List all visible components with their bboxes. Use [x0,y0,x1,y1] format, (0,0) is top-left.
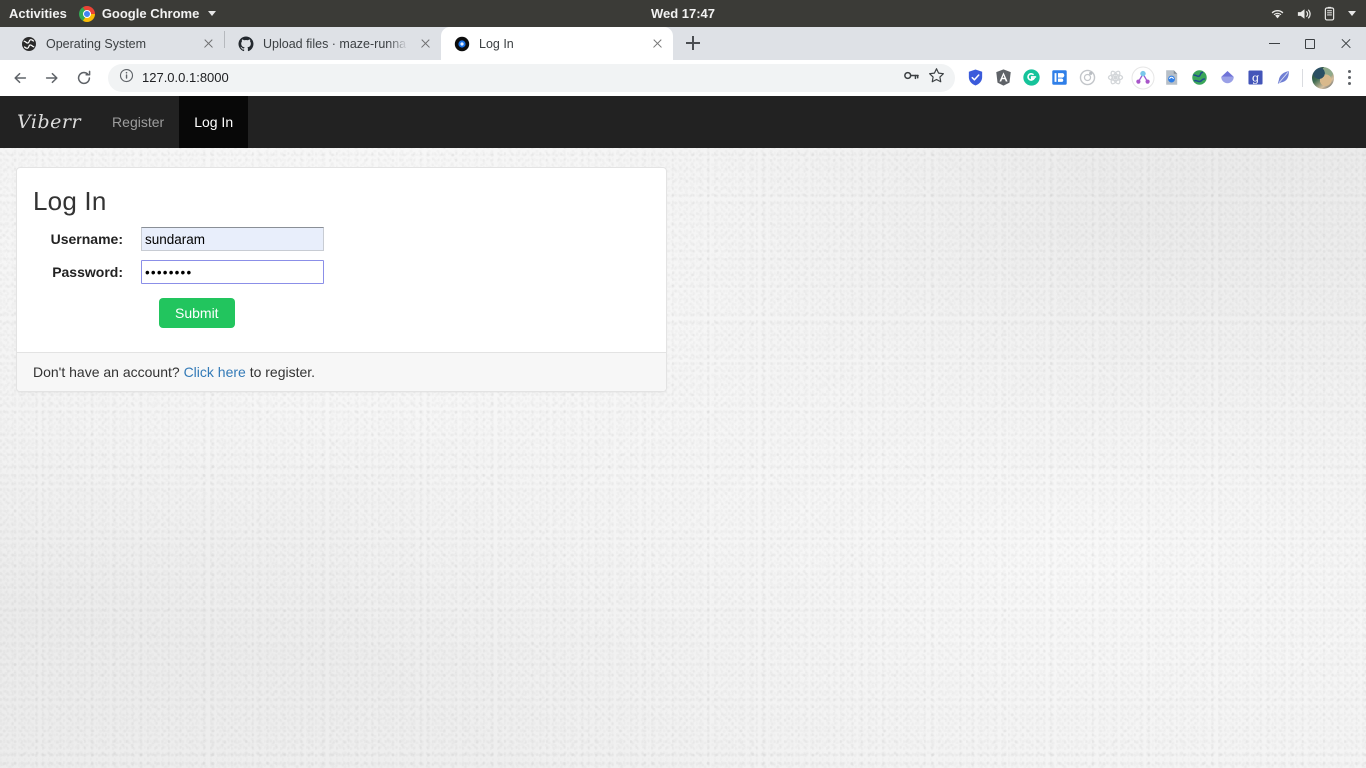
page-title: Log In [33,186,107,216]
tab-title: Log In [479,36,514,51]
login-card: Log In Username: Password: Submit Don't … [16,167,667,392]
system-status-area[interactable] [1270,6,1366,21]
extension-icons: g [961,64,1297,92]
username-input[interactable] [141,227,324,251]
register-prompt: Don't have an account? Click here to reg… [17,352,666,391]
submit-button[interactable]: Submit [159,298,235,328]
angular-icon[interactable] [989,64,1017,92]
close-icon[interactable] [649,36,665,52]
submit-row: Submit [33,298,646,328]
username-row: Username: [33,227,646,251]
chevron-down-icon [1348,11,1356,16]
page-viewport: Viberr Register Log In Log In Username: … [0,96,1366,768]
app-menu-google-chrome[interactable]: Google Chrome [78,5,217,22]
register-prompt-suffix: to register. [249,364,316,380]
tab-log-in[interactable]: Log In [441,27,673,60]
brand-logo[interactable]: Viberr [0,96,97,148]
nav-link-register[interactable]: Register [97,96,179,148]
kebab-menu-icon[interactable] [1338,67,1360,89]
pdf-tool-icon[interactable] [1157,64,1185,92]
wifi-icon [1270,7,1285,20]
login-card-body: Log In Username: Password: Submit [17,168,666,352]
tab-title: Upload files · maze-runna [263,36,407,51]
volume-icon [1296,7,1313,21]
avatar[interactable] [1312,66,1334,89]
address-bar[interactable]: 127.0.0.1:8000 [108,63,955,92]
google-translate-icon[interactable]: g [1241,64,1269,92]
github-icon [238,35,254,52]
dark-circle-icon [454,36,470,52]
back-arrow-icon[interactable] [4,62,36,94]
minimize-button[interactable] [1256,27,1292,60]
shield-blue-icon[interactable] [961,64,989,92]
reload-icon[interactable] [68,62,100,94]
forward-arrow-icon[interactable] [36,62,68,94]
browser-tab-strip: Operating System Upload files · maze-run… [0,27,1366,60]
close-icon[interactable] [417,36,433,52]
password-label: Password: [52,264,123,280]
username-label: Username: [50,231,123,247]
close-icon[interactable] [200,36,216,52]
window-controls [1256,27,1366,60]
feather-icon[interactable] [1269,64,1297,92]
new-tab-button[interactable] [679,29,707,57]
nav-link-log-in[interactable]: Log In [179,96,249,148]
chrome-logo-icon [78,5,95,22]
tab-operating-system[interactable]: Operating System [8,27,224,60]
svg-text:g: g [1251,71,1258,85]
password-key-icon[interactable] [903,68,920,88]
toolbar-separator [1302,68,1303,87]
info-circle-icon[interactable] [119,68,134,88]
activities-button[interactable]: Activities [0,0,79,27]
password-row: Password: [33,260,646,284]
url-text: 127.0.0.1:8000 [142,70,229,85]
orbit-gray-icon[interactable] [1073,64,1101,92]
tab-upload-files-maze-runner[interactable]: Upload files · maze-runna [225,27,441,60]
tab-title: Operating System [46,36,147,51]
gem-purple-icon[interactable] [1213,64,1241,92]
password-input[interactable] [141,260,324,284]
globe-green-icon[interactable] [1185,64,1213,92]
gnome-top-bar: Activities Google Chrome Wed 17:47 [0,0,1366,27]
register-link[interactable]: Click here [184,364,246,380]
globe-icon [21,36,37,52]
bookmark-star-icon[interactable] [928,67,945,89]
close-window-button[interactable] [1328,27,1364,60]
site-navbar: Viberr Register Log In [0,96,1366,148]
infinity-blue-icon[interactable] [1045,64,1073,92]
chevron-down-icon [208,11,217,16]
molecule-purple-icon[interactable] [1129,64,1157,92]
battery-icon [1324,6,1335,21]
atom-gray-icon[interactable] [1101,64,1129,92]
grammarly-icon[interactable] [1017,64,1045,92]
browser-toolbar: 127.0.0.1:8000 g [0,60,1366,96]
maximize-button[interactable] [1292,27,1328,60]
app-menu-label: Google Chrome [101,6,200,21]
register-prompt-prefix: Don't have an account? [33,364,180,380]
